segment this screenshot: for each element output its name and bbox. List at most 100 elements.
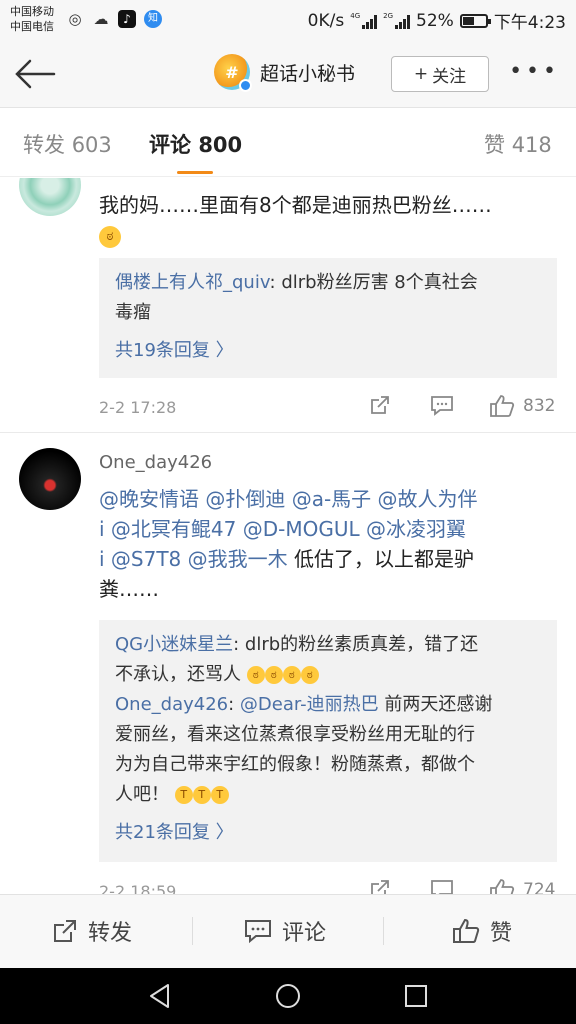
comment-icon: [431, 880, 453, 894]
repost-button[interactable]: 转发: [52, 915, 132, 947]
surprised-emoji-icon: ಠ: [99, 225, 121, 248]
reply-user[interactable]: One_day426: [115, 694, 228, 715]
repost-label: 转发: [88, 921, 133, 946]
square-recent-icon: [405, 985, 427, 1007]
comment-time: 2-2 17:28: [99, 398, 177, 417]
share-icon: [371, 880, 389, 894]
weibo-icon: ◎: [68, 10, 82, 28]
carrier-2: 中国电信: [10, 20, 54, 33]
comment-text: @晚安情语 @扑倒迪 @a-馬子 @故人为伴 i @北冥有鲲47 @D-MOGU…: [99, 484, 559, 604]
tab-likes[interactable]: 赞 418: [484, 129, 552, 159]
like-count: 832: [523, 396, 556, 416]
tiktok-icon: ♪: [118, 10, 136, 28]
zhihu-icon: 知: [144, 10, 162, 28]
like-button[interactable]: 赞: [452, 915, 512, 947]
crying-emoji-icon: T: [174, 786, 193, 804]
reply-item: 偶楼上有人祁_quiv: dlrb粉丝厉害 8个真社会: [115, 272, 478, 293]
separator: [383, 917, 384, 945]
crying-emoji-icon: T: [210, 786, 229, 804]
like-count: 724: [523, 880, 556, 894]
tab-repost[interactable]: 转发 603: [23, 129, 112, 159]
comments-list: 我的妈……里面有8个都是迪丽热巴粉丝…… ಠ 偶楼上有人祁_quiv: dlrb…: [0, 178, 576, 894]
status-right: 0K/s 4G 2G 52% 下午4:23: [307, 8, 566, 34]
nav-back-button[interactable]: [146, 982, 174, 1010]
share-button[interactable]: [369, 394, 391, 416]
battery-level: [462, 16, 475, 25]
reply-mention[interactable]: @Dear-迪丽热巴: [240, 694, 379, 715]
share-icon: [371, 396, 389, 414]
nav-home-button[interactable]: [274, 982, 302, 1010]
signal-2g-icon: 2G: [383, 12, 411, 29]
repost-icon: [54, 920, 76, 942]
separator: [192, 917, 193, 945]
angry-emoji-icon: ಠ: [300, 666, 319, 684]
verified-badge-icon: [239, 79, 252, 92]
comment-username[interactable]: One_day426: [99, 452, 212, 473]
network-speed: 0K/s: [307, 10, 345, 31]
avatar[interactable]: [19, 448, 81, 510]
crying-emoji-icon: T: [192, 786, 211, 804]
topic-name: 超话小秘书: [260, 62, 356, 85]
comment-button[interactable]: 评论: [244, 915, 326, 947]
reply-item-cont: 为为自己带来宇红的假象！粉随蒸煮，都做个: [115, 754, 475, 775]
more-dots-icon: •••: [509, 59, 560, 84]
carrier-info: 中国移动 中国电信: [10, 4, 54, 34]
reply-button[interactable]: [430, 394, 454, 416]
app-header: # 超话小秘书 + 关注 •••: [0, 40, 576, 108]
like-label: 赞: [490, 921, 513, 946]
tab-comments[interactable]: 评论 800: [149, 129, 242, 159]
arrow-left-icon: [15, 59, 56, 89]
share-button[interactable]: [369, 878, 391, 894]
signal-4g-icon: 4G: [350, 12, 378, 29]
reply-box[interactable]: QG小迷妹星兰: dlrb的粉丝素质真差，错了还 不承认，还骂人 ಠಠಠಠ On…: [99, 620, 557, 862]
topic-avatar: #: [214, 54, 252, 92]
comment-text: 我的妈……里面有8个都是迪丽热巴粉丝…… ಠ: [99, 190, 559, 250]
battery-percent: 52%: [416, 10, 454, 31]
comment-time: 2-2 18:59: [99, 882, 177, 894]
carrier-1: 中国移动: [10, 5, 54, 18]
more-replies-link[interactable]: 共21条回复 〉: [115, 818, 541, 848]
status-bar: 中国移动 中国电信 ◎ ☁ ♪ 知 0K/s 4G 2G 52% 下午4:23: [0, 0, 576, 40]
follow-button[interactable]: + 关注: [391, 56, 489, 92]
cloud-icon: ☁: [93, 10, 109, 28]
more-replies-link[interactable]: 共19条回复 〉: [115, 336, 541, 366]
thumbs-up-icon: [453, 918, 480, 943]
divider: [0, 432, 576, 433]
battery-icon: [459, 13, 491, 28]
angry-emoji-icon: ಠ: [264, 666, 283, 684]
mention-line[interactable]: @晚安情语 @扑倒迪 @a-馬子 @故人为伴: [99, 484, 559, 514]
avatar[interactable]: [19, 178, 81, 216]
mention-line[interactable]: i @S7T8 @我我一木: [99, 547, 288, 571]
back-button[interactable]: [14, 58, 56, 90]
comment-icon: [431, 396, 453, 416]
topic-title[interactable]: # 超话小秘书: [214, 54, 356, 92]
reply-item-cont: 人吧！ TTT: [115, 780, 541, 810]
system-nav-bar: [0, 968, 576, 1024]
like-button[interactable]: 724: [489, 878, 555, 894]
comment-label: 评论: [282, 921, 327, 946]
angry-emoji-icon: ಠ: [246, 666, 265, 684]
reply-button[interactable]: [430, 878, 454, 894]
reply-item-cont: 不承认，还骂人 ಠಠಠಠ: [115, 660, 541, 690]
mention-line[interactable]: i @北冥有鲲47 @D-MOGUL @冰凌羽翼: [99, 514, 559, 544]
clock: 下午4:23: [493, 13, 566, 33]
thumbs-up-icon: [490, 879, 515, 894]
reply-item-cont: 爱丽丝，看来这位蒸煮很享受粉丝用无耻的行: [115, 724, 475, 745]
comment-icon: [245, 920, 271, 944]
reply-item-cont: 毒瘤: [115, 302, 151, 323]
more-button[interactable]: •••: [509, 59, 560, 84]
reply-user[interactable]: 偶楼上有人祁_quiv: [115, 272, 270, 293]
reply-box[interactable]: 偶楼上有人祁_quiv: dlrb粉丝厉害 8个真社会 毒瘤 共19条回复 〉: [99, 258, 557, 378]
active-tab-indicator: [177, 171, 213, 174]
reply-user[interactable]: QG小迷妹星兰: [115, 634, 233, 655]
follow-label: 关注: [432, 66, 467, 87]
notification-icons: ◎ ☁ ♪ 知: [66, 10, 162, 28]
comment-meta: 2-2 17:28 832: [99, 394, 559, 424]
plus-icon: +: [413, 64, 429, 84]
angry-emoji-icon: ಠ: [282, 666, 301, 684]
comment-meta: 2-2 18:59 724: [99, 878, 559, 894]
tab-bar: 转发 603 评论 800 赞 418: [0, 109, 576, 177]
like-button[interactable]: 832: [489, 394, 555, 418]
bottom-action-bar: 转发 评论 赞: [0, 894, 576, 968]
nav-recent-button[interactable]: [402, 982, 430, 1010]
